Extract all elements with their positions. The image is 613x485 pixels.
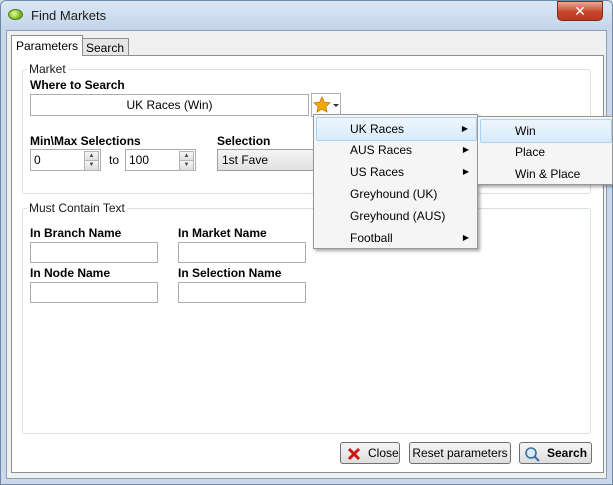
max-selections-stepper[interactable]: 100 ▲ ▼: [125, 149, 196, 171]
market-legend: Market: [27, 62, 68, 76]
minmax-selections-label: Min\Max Selections: [30, 134, 141, 148]
close-x-icon: [347, 447, 361, 461]
min-selections-value: 0: [34, 153, 41, 167]
selection-name-label: In Selection Name: [178, 266, 282, 280]
menu-item-football[interactable]: Football ▶: [316, 227, 477, 249]
node-name-input[interactable]: [30, 282, 158, 303]
star-icon: [313, 96, 339, 113]
branch-name-label: In Branch Name: [30, 226, 122, 240]
app-icon: [8, 9, 23, 20]
submenu-item-win[interactable]: Win: [480, 119, 612, 143]
selection-name-input[interactable]: [178, 282, 306, 303]
menu-item-greyhound-uk[interactable]: Greyhound (UK): [316, 183, 477, 205]
where-to-search-field[interactable]: UK Races (Win): [30, 94, 309, 116]
menu-item-greyhound-aus[interactable]: Greyhound (AUS): [316, 205, 477, 227]
magnifier-icon: [525, 447, 540, 462]
menu-item-uk-races[interactable]: UK Races ▶: [316, 117, 477, 141]
submenu-arrow-icon: ▶: [461, 124, 468, 133]
menu-item-aus-races[interactable]: AUS Races ▶: [316, 139, 477, 161]
selection-label: Selection: [217, 134, 271, 148]
to-label: to: [109, 153, 120, 167]
window-title: Find Markets: [31, 8, 107, 23]
close-button[interactable]: Close: [340, 442, 400, 464]
reset-parameters-button[interactable]: Reset parameters: [409, 442, 511, 464]
max-down-arrow-icon[interactable]: ▼: [179, 160, 194, 171]
tab-parameters[interactable]: Parameters: [11, 35, 84, 56]
submenu-item-place[interactable]: Place: [480, 141, 610, 163]
must-contain-legend: Must Contain Text: [27, 201, 127, 215]
max-selections-value: 100: [129, 153, 150, 167]
selection-dropdown[interactable]: 1st Fave: [217, 149, 317, 171]
submenu-arrow-icon: ▶: [462, 145, 469, 154]
min-selections-stepper[interactable]: 0 ▲ ▼: [30, 149, 101, 171]
menu-item-us-races[interactable]: US Races ▶: [316, 161, 477, 183]
favourites-menu: UK Races ▶ AUS Races ▶ US Races ▶ Greyhound…: [313, 114, 478, 249]
close-button-label: Close: [368, 446, 399, 460]
branch-name-input[interactable]: [30, 242, 158, 263]
node-name-label: In Node Name: [30, 266, 111, 280]
window-close-button[interactable]: ✕: [557, 1, 603, 21]
uk-races-submenu: Win Place Win & Place: [477, 116, 613, 185]
submenu-arrow-icon: ▶: [462, 167, 469, 176]
submenu-item-win-place[interactable]: Win & Place: [480, 163, 610, 185]
search-button-label: Search: [547, 446, 588, 460]
submenu-arrow-icon: ▶: [462, 233, 469, 242]
tab-search[interactable]: Search: [81, 38, 130, 55]
market-name-input[interactable]: [178, 242, 306, 263]
where-to-search-label: Where to Search: [30, 78, 125, 92]
min-down-arrow-icon[interactable]: ▼: [84, 160, 99, 171]
search-button[interactable]: Search: [519, 442, 592, 464]
market-name-label: In Market Name: [178, 226, 267, 240]
